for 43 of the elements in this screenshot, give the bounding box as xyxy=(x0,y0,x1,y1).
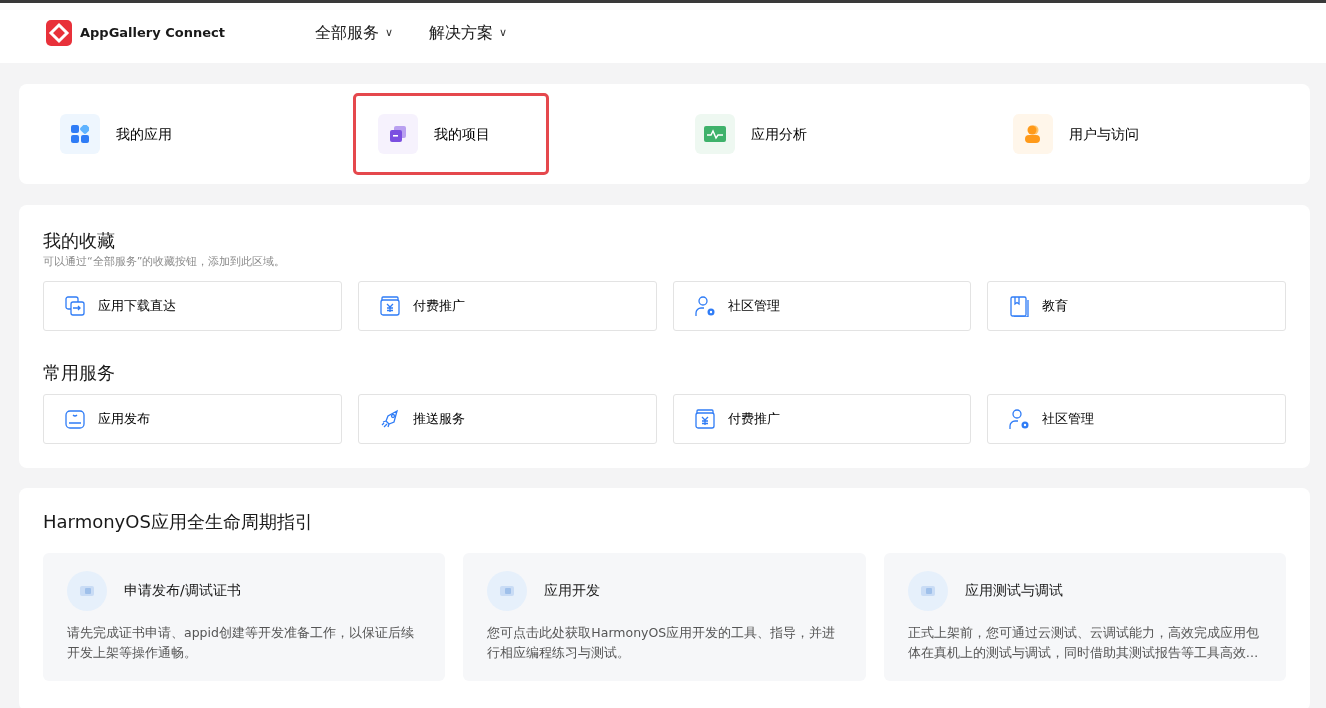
quick-link[interactable]: 我的应用 xyxy=(35,93,231,175)
user-gear-icon xyxy=(1008,407,1031,430)
card-description: 正式上架前，您可通过云测试、云调试能力，高效完成应用包体在真机上的测试与调试，同时借助其测试报告等工具高效… xyxy=(907,623,1260,662)
section-title: 我的收藏 xyxy=(43,229,116,253)
section-title: 常用服务 xyxy=(43,360,116,385)
card-description: 请先完成证书申请、appid创建等开发准备工作，以保证后续开发上架等操作通畅。 xyxy=(67,623,415,662)
service-tile[interactable]: 应用发布 xyxy=(43,393,342,444)
quick-link[interactable]: 我的项目 xyxy=(352,93,549,175)
service-tile[interactable]: 应用下载直达 xyxy=(43,280,342,331)
guide-card[interactable]: 应用开发 您可点击此处获取HarmonyOS应用开发的工具、指导，并进行相应编程练习与测试。 xyxy=(463,552,866,681)
service-tile[interactable]: 社区管理 xyxy=(672,280,972,331)
badge-icon xyxy=(67,570,107,611)
card-description: 您可点击此处获取HarmonyOS应用开发的工具、指导，并进行相应编程练习与测试。 xyxy=(487,623,837,662)
yen-box-icon xyxy=(378,294,401,317)
book-icon xyxy=(1008,294,1031,317)
guide-card[interactable]: 应用测试与调试 正式上架前，您可通过云测试、云调试能力，高效完成应用包体在真机上的测试与调试，同时借助其测试报告等工具高效… xyxy=(883,552,1286,681)
card-title: 应用开发 xyxy=(544,581,601,600)
service-tile[interactable]: 推送服务 xyxy=(357,393,657,444)
copy-arrow-icon xyxy=(64,294,86,317)
user-gear-icon xyxy=(693,294,716,317)
service-tile[interactable]: 付费推广 xyxy=(357,280,657,331)
person-icon xyxy=(1012,114,1053,154)
card-title: 申请发布/调试证书 xyxy=(124,581,241,600)
app-logo-icon[interactable] xyxy=(46,20,72,46)
chart-monitor-icon xyxy=(695,114,735,154)
quick-link[interactable]: 应用分析 xyxy=(670,93,866,175)
service-tile[interactable]: 社区管理 xyxy=(987,393,1286,444)
guide-card[interactable]: 申请发布/调试证书 请先完成证书申请、appid创建等开发准备工作，以保证后续开发上架等操作通畅。 xyxy=(43,552,446,681)
caret-icon: ∨ xyxy=(499,24,508,42)
apps-grid-icon xyxy=(60,114,100,154)
stacked-squares-icon xyxy=(377,114,418,154)
section-hint: 可以通过“全部服务”的收藏按钮，添加到此区域。 xyxy=(43,254,287,270)
service-tile[interactable]: 付费推广 xyxy=(672,393,972,444)
app-box-icon xyxy=(64,407,86,430)
caret-icon: ∨ xyxy=(385,24,394,42)
brand-name: AppGallery Connect xyxy=(80,24,225,43)
yen-box-icon xyxy=(693,407,716,430)
section-title: HarmonyOS应用全生命周期指引 xyxy=(43,509,314,534)
menu-button[interactable]: 解决方案 ∨ xyxy=(429,21,508,45)
card-title: 应用测试与调试 xyxy=(964,581,1063,600)
menu-button[interactable]: 全部服务 ∨ xyxy=(315,21,394,45)
quick-link[interactable]: 用户与访问 xyxy=(987,93,1184,175)
service-tile[interactable]: 教育 xyxy=(987,280,1286,331)
